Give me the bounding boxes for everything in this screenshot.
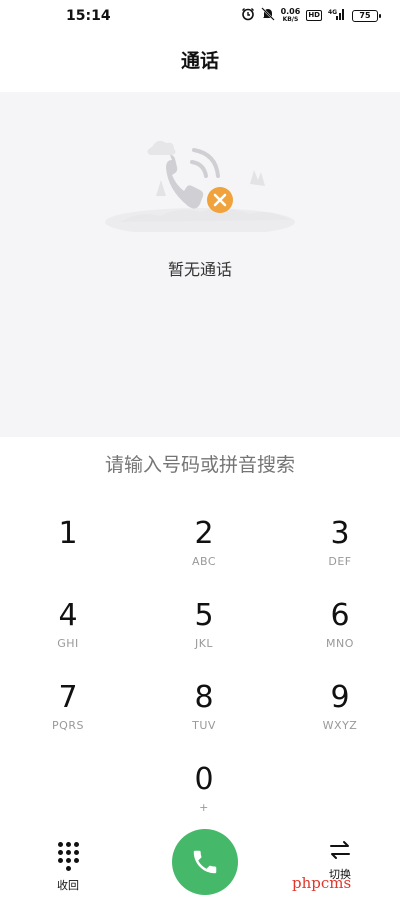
- key-letters: DEF: [328, 555, 352, 568]
- key-letters: MNO: [326, 637, 354, 650]
- phone-icon: [193, 850, 217, 874]
- status-time: 15:14: [66, 8, 111, 24]
- keypad-dots-icon: [57, 842, 79, 871]
- call-button[interactable]: [172, 829, 238, 895]
- collapse-label: 收回: [57, 879, 79, 892]
- battery-icon: 75: [352, 9, 381, 22]
- status-icons: 0.06 KB/S HD 4G 75: [241, 7, 381, 24]
- watermark: phpcms: [292, 874, 352, 892]
- key-digit: 2: [194, 516, 214, 551]
- key-digit: 5: [194, 598, 214, 633]
- key-letters: TUV: [192, 719, 216, 732]
- key-letters: JKL: [194, 637, 214, 650]
- key-digit: 9: [330, 680, 350, 715]
- number-search-input[interactable]: [0, 455, 400, 477]
- key-7[interactable]: 7 PQRS: [8, 679, 128, 749]
- net-speed-unit: KB/S: [282, 16, 299, 23]
- key-digit: 3: [330, 516, 350, 551]
- key-digit: 8: [194, 680, 214, 715]
- key-digit: 6: [330, 598, 350, 633]
- page-title: 通话: [180, 50, 219, 72]
- alarm-icon: [241, 7, 255, 24]
- key-2[interactable]: 2 ABC: [144, 515, 264, 585]
- key-1[interactable]: 1: [8, 515, 128, 585]
- key-letters: GHI: [57, 637, 79, 650]
- net-speed: 0.06 KB/S: [280, 7, 301, 24]
- missed-call-icon: [105, 140, 295, 232]
- switch-arrows-icon: [330, 841, 350, 859]
- key-5[interactable]: 5 JKL: [144, 597, 264, 667]
- key-digit: 1: [58, 516, 78, 551]
- key-digit: 4: [58, 598, 78, 633]
- key-digit: 0: [194, 762, 214, 797]
- key-letters: WXYZ: [322, 719, 358, 732]
- key-4[interactable]: 4 GHI: [8, 597, 128, 667]
- key-letters: ABC: [191, 555, 217, 568]
- status-bar: 15:14 0.06 KB/S HD 4G 75: [0, 0, 400, 34]
- hd-icon: HD: [306, 10, 322, 21]
- key-3[interactable]: 3 DEF: [280, 515, 400, 585]
- key-6[interactable]: 6 MNO: [280, 597, 400, 667]
- empty-state-text: 暂无通话: [167, 260, 232, 279]
- empty-call-log: 暂无通话: [0, 92, 400, 437]
- collapse-keypad-button[interactable]: 收回: [38, 838, 98, 892]
- key-8[interactable]: 8 TUV: [144, 679, 264, 749]
- key-letters: PQRS: [52, 719, 84, 732]
- net-speed-value: 0.06: [280, 7, 301, 16]
- mute-icon: [260, 7, 275, 24]
- signal-icon: 4G: [328, 7, 346, 24]
- signal-label: 4G: [328, 9, 337, 16]
- key-0[interactable]: 0 +: [144, 761, 264, 831]
- key-digit: 7: [58, 680, 78, 715]
- key-9[interactable]: 9 WXYZ: [280, 679, 400, 749]
- key-letters: +: [199, 801, 209, 814]
